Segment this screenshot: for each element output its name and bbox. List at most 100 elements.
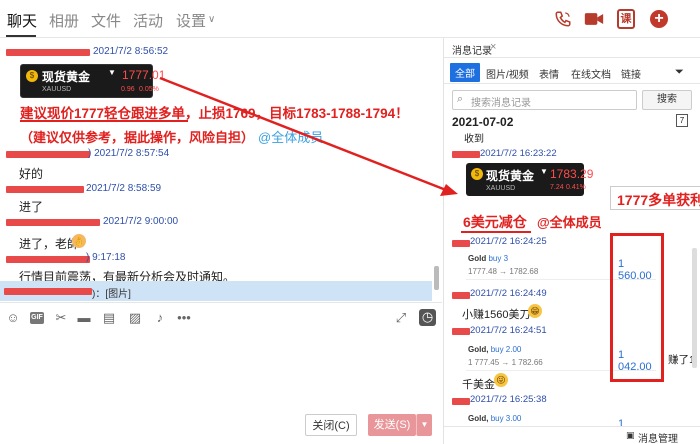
- filter-media[interactable]: 图片/视频: [486, 66, 529, 81]
- stock-price: 1777.01: [122, 68, 166, 82]
- panel-title: 消息记录: [452, 46, 492, 57]
- scroll-thumb[interactable]: [434, 266, 439, 290]
- redacted-name: [452, 292, 470, 299]
- message-timestamp: ) 9:17:18: [86, 252, 126, 263]
- message-timestamp: 2021/7/2 16:24:51: [470, 325, 547, 336]
- panel-header: 消息记录 ×: [444, 38, 700, 58]
- filter-all[interactable]: 全部: [450, 63, 480, 82]
- message-timestamp: 2021/7/2 8:58:59: [86, 183, 162, 194]
- trade-title: Gold, buy 3.00: [468, 414, 522, 423]
- calendar-icon[interactable]: 7: [676, 114, 688, 127]
- stock-change-pct: 0.05%: [139, 86, 159, 93]
- redacted-name: [6, 49, 90, 56]
- date-heading: 2021-07-02: [452, 115, 514, 129]
- emoji-icon[interactable]: ☺: [5, 310, 21, 326]
- trade-detail: 1 777.45 → 1 782.66: [468, 358, 543, 367]
- add-icon[interactable]: +: [648, 8, 670, 30]
- panel-footer: ▣ 消息管理: [444, 426, 700, 444]
- send-button[interactable]: 发送(S): [368, 414, 416, 436]
- filter-links[interactable]: 链接: [621, 66, 641, 81]
- message-timestamp: 2021/7/2 16:24:49: [470, 288, 547, 299]
- search-icon: ⌕: [457, 93, 464, 105]
- scissors-icon[interactable]: ✂: [53, 310, 69, 326]
- grin-emoji-icon: 😁: [528, 304, 542, 318]
- message-timestamp: 2021/7/2 8:56:52: [93, 46, 169, 57]
- image-message-label: )：[图片]: [92, 289, 131, 300]
- trade-result-card[interactable]: Gold, buy 3.00 1 425.00: [466, 410, 656, 442]
- stock-change: 7.24: [550, 184, 564, 191]
- send-options-chevron-icon[interactable]: ▼: [416, 414, 432, 436]
- phone-icon[interactable]: [552, 8, 574, 30]
- redacted-name: [6, 151, 90, 158]
- search-placeholder: 搜索消息记录: [471, 98, 531, 109]
- message-timestamp: ) 2021/7/2 8:57:54: [88, 148, 170, 159]
- redacted-name: [6, 186, 84, 193]
- redacted-name: [452, 151, 480, 158]
- stock-name: 现货黄金: [42, 70, 91, 84]
- ok-hand-emoji-icon: 👌: [72, 234, 86, 248]
- filter-stickers[interactable]: 表情: [539, 66, 559, 81]
- message-text: 好的: [19, 167, 44, 181]
- search-input[interactable]: ⌕ 搜索消息记录: [452, 90, 637, 110]
- stock-change-pct: 0.41%: [566, 184, 586, 191]
- close-icon[interactable]: ×: [490, 41, 496, 53]
- folder-icon[interactable]: ▬: [76, 310, 92, 326]
- panel-scrollbar[interactable]: [692, 248, 697, 368]
- filter-docs[interactable]: 在线文档: [571, 66, 611, 81]
- redacted-name: [452, 398, 470, 405]
- reduce-position-note: 6美元减仓: [463, 214, 527, 230]
- image-icon[interactable]: ▨: [127, 310, 143, 326]
- tab-files[interactable]: 文件: [91, 10, 121, 31]
- tab-album[interactable]: 相册: [49, 10, 79, 31]
- message-text: 收到: [464, 134, 484, 145]
- message-manager-button[interactable]: 消息管理: [638, 430, 678, 444]
- trade-detail: 1777.48 → 1782.68: [468, 267, 539, 276]
- highlight-profit-box: [610, 233, 664, 382]
- close-button[interactable]: 关闭(C): [305, 414, 357, 436]
- filter-icon[interactable]: ⏷: [675, 66, 684, 79]
- stock-symbol: XAUUSD: [486, 185, 516, 192]
- message-text: 进了，老師: [19, 237, 80, 251]
- gif-icon[interactable]: GIF: [30, 312, 44, 324]
- stock-change: 0.96: [121, 86, 135, 93]
- video-icon[interactable]: [583, 8, 605, 30]
- search-button[interactable]: 搜索: [642, 90, 692, 110]
- filter-tabs: 全部 图片/视频 表情 在线文档 链接 ⏷: [444, 60, 700, 84]
- chat-area: 2021/7/2 8:56:52 $ 现货黄金 ▼ XAUUSD 1777.01…: [0, 38, 442, 444]
- message-text: 进了: [19, 200, 44, 214]
- redacted-name: [6, 256, 90, 263]
- message-text: 千美金: [462, 379, 495, 391]
- tab-chat[interactable]: 聊天: [7, 10, 37, 31]
- at-all-members[interactable]: @全体成员: [258, 127, 323, 146]
- trade-advice: 建议现价1777轻仓跟进多单，止损1769，目标1783-1788-1794！: [20, 106, 409, 121]
- stock-quote-card[interactable]: $ 现货黄金 ▼ XAUUSD 1783.29 7.24 0.41%: [466, 163, 593, 196]
- message-timestamp: 2021/7/2 9:00:00: [103, 216, 179, 227]
- file-icon[interactable]: ▤: [101, 310, 117, 326]
- course-icon[interactable]: 课: [615, 8, 637, 30]
- trade-title: Gold buy 3: [468, 254, 509, 263]
- at-all-members[interactable]: @全体成员: [537, 212, 602, 231]
- trade-title: Gold, buy 2.00: [468, 345, 522, 354]
- more-icon[interactable]: •••: [176, 310, 192, 326]
- reduce-underline: [461, 231, 531, 233]
- redacted-name: [6, 219, 100, 226]
- active-tab-indicator: [6, 35, 36, 37]
- profit-annotation: 1777多单获利: [610, 186, 700, 210]
- bell-icon[interactable]: ♪: [152, 310, 168, 326]
- chat-scrollbar[interactable]: [433, 38, 441, 296]
- message-history-panel: 消息记录 × 全部 图片/视频 表情 在线文档 链接 ⏷ ⌕ 搜索消息记录 搜索…: [443, 38, 700, 444]
- caret-down-icon: ▼: [108, 68, 116, 77]
- tab-settings[interactable]: 设置: [176, 10, 206, 31]
- stock-price: 1783.29: [550, 167, 594, 181]
- history-clock-icon[interactable]: ◷: [419, 309, 436, 326]
- stock-quote-card[interactable]: $ 现货黄金 ▼ XAUUSD 1777.01 0.96 0.05%: [20, 64, 165, 98]
- message-timestamp: 2021/7/2 16:24:25: [470, 236, 547, 247]
- caret-down-icon: ▼: [540, 167, 548, 176]
- chevron-down-icon[interactable]: ∨: [208, 14, 215, 25]
- message-timestamp: 2021/7/2 16:25:38: [470, 394, 547, 405]
- image-message-row[interactable]: )：[图片]: [0, 281, 432, 301]
- expand-icon[interactable]: ⤢: [393, 310, 409, 326]
- tab-activity[interactable]: 活动: [133, 10, 163, 31]
- input-toolbar: ☺ GIF ✂ ▬ ▤ ▨ ♪ ••• ⤢ ◷: [0, 302, 442, 330]
- manager-icon: ▣: [626, 430, 635, 440]
